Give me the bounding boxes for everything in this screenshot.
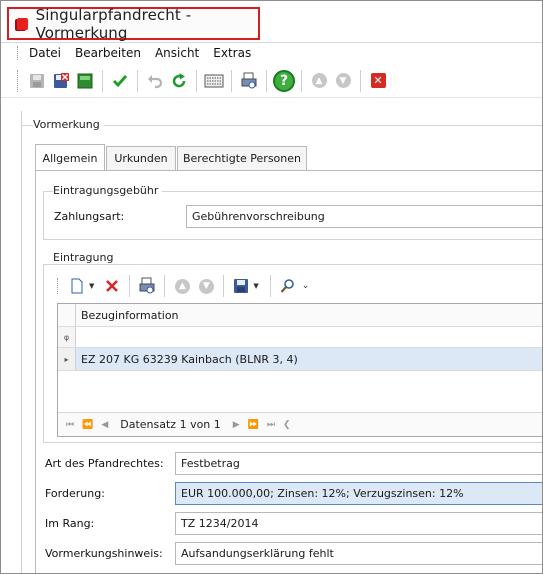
tab-berechtigte-personen[interactable]: Berechtigte Personen: [177, 146, 307, 170]
toolbar-separator: [360, 69, 361, 92]
prev-record-icon[interactable]: ◀: [101, 420, 108, 430]
grid-column-header[interactable]: Bezuginformation: [77, 304, 542, 326]
move-down-icon[interactable]: ▼: [195, 275, 217, 297]
grid-header-indicator: [58, 304, 76, 326]
toolbar-separator: [269, 275, 271, 297]
last-record-icon[interactable]: ⏭: [267, 420, 275, 430]
first-record-icon[interactable]: ⏮: [66, 420, 74, 430]
prev-page-icon[interactable]: ⏪: [82, 420, 93, 430]
toolbar-separator: [129, 275, 131, 297]
menu-ansicht[interactable]: Ansicht: [155, 46, 199, 60]
down-disabled-icon[interactable]: ▼: [332, 70, 354, 92]
search-icon[interactable]: [277, 275, 299, 297]
new-document-icon[interactable]: [66, 275, 88, 297]
zahlungsart-field[interactable]: Gebührenvorschreibung: [186, 205, 542, 228]
grid-cell-value[interactable]: EZ 207 KG 63239 Kainbach (BLNR 3, 4): [77, 348, 542, 370]
tab-panel-top-border: [35, 170, 542, 171]
undo-icon[interactable]: [144, 70, 166, 92]
move-up-icon[interactable]: ▲: [171, 275, 193, 297]
zahlungsart-value: Gebührenvorschreibung: [192, 210, 325, 223]
eintragungsgebuehr-title: Eintragungsgebühr: [53, 184, 163, 197]
tab-label: Urkunden: [114, 152, 168, 165]
dropdown-arrow-icon[interactable]: ▼: [253, 282, 258, 290]
menu-datei[interactable]: Datei: [29, 46, 61, 60]
window-title: Singularpfandrecht - Vormerkung: [35, 5, 192, 42]
eintragung-toolbar: ▼ ▲ ▼ ▼ ⌄: [57, 275, 309, 297]
hinweis-field[interactable]: Aufsandungserklärung fehlt: [175, 542, 542, 565]
tab-allgemein[interactable]: Allgemein: [35, 144, 105, 171]
forderung-value: EUR 100.000,00; Zinsen: 12%; Verzugszins…: [181, 487, 464, 500]
print-icon[interactable]: [238, 70, 260, 92]
bezuginformation-grid: Bezuginformation φ ▸ EZ 207 KG 63239 Kai…: [57, 303, 542, 437]
help-icon[interactable]: ?: [273, 69, 295, 92]
forderung-label: Forderung:: [45, 487, 105, 500]
menu-bar: Datei Bearbeiten Ansicht Extras: [1, 42, 542, 62]
hinweis-label: Vormerkungshinweis:: [45, 547, 163, 560]
app-icon: [17, 17, 28, 30]
toolbar-separator: [102, 69, 103, 92]
save-disabled-icon[interactable]: [26, 70, 48, 92]
toolbar-grip: [17, 69, 19, 92]
next-page-icon[interactable]: ⏩: [248, 420, 259, 430]
close-red-icon[interactable]: ✕: [367, 70, 389, 92]
save-close-icon[interactable]: [50, 70, 72, 92]
next-record-icon[interactable]: ▶: [233, 420, 240, 430]
filter-icon: φ: [58, 327, 76, 347]
tab-urkunden[interactable]: Urkunden: [106, 146, 176, 170]
toolbar-separator: [223, 275, 225, 297]
art-value: Festbetrag: [181, 457, 240, 470]
vormerkung-group-title: Vormerkung: [33, 118, 104, 131]
zahlungsart-label: Zahlungsart:: [54, 210, 125, 223]
toolbar-separator: [164, 275, 166, 297]
print-preview-icon[interactable]: [136, 275, 158, 297]
refresh-icon[interactable]: [168, 70, 190, 92]
navigator-text: Datensatz 1 von 1: [120, 418, 221, 431]
chevron-down-icon[interactable]: ⌄: [302, 281, 310, 291]
menu-grip: [17, 45, 19, 60]
eintragung-group-border: [43, 264, 542, 265]
main-toolbar: ? ▲ ▼ ✕: [1, 64, 542, 98]
row-indicator-icon: ▸: [58, 348, 76, 370]
art-field[interactable]: Festbetrag: [175, 452, 542, 475]
title-bar: Singularpfandrecht - Vormerkung: [7, 5, 260, 42]
eintragungsgebuehr-group-border-left: [43, 191, 44, 239]
menu-extras[interactable]: Extras: [213, 46, 251, 60]
scroll-left-icon[interactable]: ❮: [283, 420, 291, 430]
grid-filter-cell[interactable]: [77, 327, 542, 347]
eintragungsgebuehr-group-border-bottom: [43, 239, 542, 240]
toolbar-separator: [301, 69, 302, 92]
tab-panel-left-border: [35, 170, 36, 573]
delete-icon[interactable]: [101, 275, 123, 297]
toolbar-separator: [266, 69, 267, 92]
record-navigator: ⏮ ⏪ ◀ Datensatz 1 von 1 ▶ ⏩ ⏭ ❮: [58, 412, 542, 436]
toolbar-separator: [137, 69, 138, 92]
save-icon[interactable]: [230, 275, 252, 297]
hinweis-value: Aufsandungserklärung fehlt: [181, 547, 334, 560]
checkmark-icon[interactable]: [109, 70, 131, 92]
rang-label: Im Rang:: [45, 517, 95, 530]
art-label: Art des Pfandrechtes:: [45, 457, 164, 470]
table-row[interactable]: ▸ EZ 207 KG 63239 Kainbach (BLNR 3, 4): [58, 348, 542, 371]
green-square-icon[interactable]: [74, 70, 96, 92]
tab-label: Allgemein: [42, 151, 98, 165]
eintragung-group-border-bottom: [43, 442, 542, 443]
dropdown-arrow-icon[interactable]: ▼: [89, 282, 94, 290]
eintragung-group-border-left: [43, 264, 44, 442]
main-window: Singularpfandrecht - Vormerkung Datei Be…: [0, 0, 543, 574]
forderung-field[interactable]: EUR 100.000,00; Zinsen: 12%; Verzugszins…: [175, 482, 542, 505]
grid-filter-row[interactable]: φ: [58, 327, 542, 348]
keyboard-icon[interactable]: [203, 70, 225, 92]
content-border: [21, 111, 22, 573]
toolbar-separator: [231, 69, 232, 92]
tab-label: Berechtigte Personen: [182, 152, 301, 165]
eintragung-title: Eintragung: [53, 251, 118, 264]
rang-field[interactable]: TZ 1234/2014: [175, 512, 542, 535]
grid-header-row: Bezuginformation: [58, 304, 542, 327]
toolbar-separator: [196, 69, 197, 92]
menu-bearbeiten[interactable]: Bearbeiten: [75, 46, 141, 60]
up-disabled-icon[interactable]: ▲: [308, 70, 330, 92]
rang-value: TZ 1234/2014: [181, 517, 259, 530]
toolbar-grip: [57, 278, 59, 294]
